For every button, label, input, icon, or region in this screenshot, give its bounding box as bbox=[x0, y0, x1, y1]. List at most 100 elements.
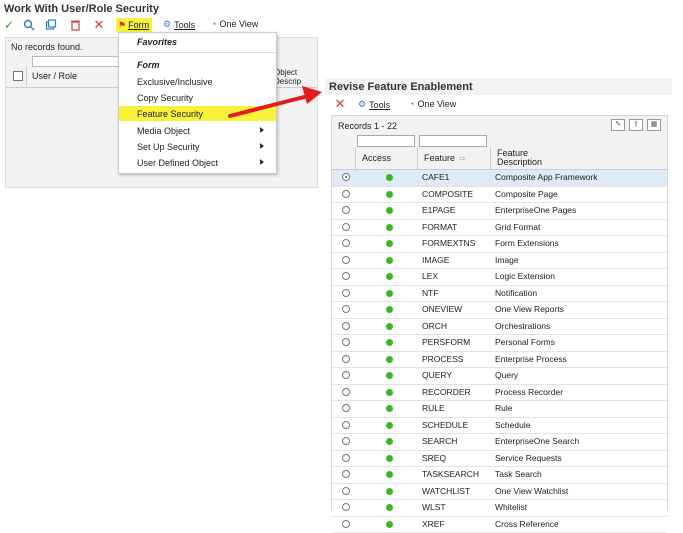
table-row[interactable]: SREQService Requests bbox=[332, 451, 667, 468]
table-row[interactable]: RECORDERProcess Recorder bbox=[332, 385, 667, 402]
row-select-radio[interactable] bbox=[342, 487, 350, 495]
feature-description: Service Requests bbox=[495, 453, 562, 463]
access-enabled-icon bbox=[386, 521, 393, 528]
row-select-radio[interactable] bbox=[342, 437, 350, 445]
feature-code: LEX bbox=[422, 271, 438, 281]
delete-trash-icon[interactable] bbox=[68, 18, 82, 32]
row-select-radio[interactable] bbox=[342, 173, 350, 181]
column-divider bbox=[417, 147, 418, 169]
menu-item-user-defined-object[interactable]: User Defined Object bbox=[119, 155, 276, 170]
feature-description: Process Recorder bbox=[495, 387, 563, 397]
menu-item-feature-security[interactable]: Feature Security bbox=[119, 106, 276, 121]
menu-header-favorites: Favorites bbox=[119, 34, 276, 49]
tools-menu-button[interactable]: ⚙ Tools bbox=[358, 99, 390, 110]
one-view-button[interactable]: ◔ One View bbox=[409, 99, 456, 109]
row-select-radio[interactable] bbox=[342, 520, 350, 528]
column-header-feature[interactable]: Feature ⇨ bbox=[424, 147, 466, 169]
close-x-icon[interactable]: ✕ bbox=[333, 97, 347, 111]
row-select-radio[interactable] bbox=[342, 371, 350, 379]
menu-item-exclusive-inclusive[interactable]: Exclusive/Inclusive bbox=[119, 74, 276, 89]
sort-icon: ⇨ bbox=[459, 154, 466, 163]
table-row[interactable]: SEARCHEnterpriseOne Search bbox=[332, 434, 667, 451]
grid-rows: CAFE1Composite App FrameworkCOMPOSITECom… bbox=[332, 170, 667, 533]
feature-description: Schedule bbox=[495, 420, 530, 430]
filter-input[interactable] bbox=[32, 56, 124, 67]
table-row[interactable]: COMPOSITEComposite Page bbox=[332, 187, 667, 204]
table-row[interactable]: IMAGEImage bbox=[332, 253, 667, 270]
column-header-access[interactable]: Access bbox=[362, 147, 391, 169]
table-row[interactable]: ONEVIEWOne View Reports bbox=[332, 302, 667, 319]
row-select-radio[interactable] bbox=[342, 355, 350, 363]
menu-item-media-object[interactable]: Media Object bbox=[119, 123, 276, 138]
row-select-radio[interactable] bbox=[342, 190, 350, 198]
row-select-radio[interactable] bbox=[342, 388, 350, 396]
column-header-object-description[interactable]: ObjectDescrip bbox=[274, 68, 301, 86]
tools-label: Tools bbox=[369, 100, 390, 110]
feature-description: Logic Extension bbox=[495, 271, 555, 281]
feature-description: Notification bbox=[495, 288, 537, 298]
row-select-radio[interactable] bbox=[342, 404, 350, 412]
feature-code: IMAGE bbox=[422, 255, 449, 265]
one-view-button[interactable]: ◔ One View bbox=[211, 19, 258, 29]
row-select-radio[interactable] bbox=[342, 289, 350, 297]
table-row[interactable]: PROCESSEnterprise Process bbox=[332, 352, 667, 369]
form-menu-button[interactable]: ⚑ Form bbox=[116, 18, 152, 32]
feature-description: Form Extensions bbox=[495, 238, 559, 248]
row-select-radio[interactable] bbox=[342, 338, 350, 346]
one-view-label: One View bbox=[417, 99, 456, 109]
table-row[interactable]: CAFE1Composite App Framework bbox=[332, 170, 667, 187]
column-header-user-role[interactable]: User / Role bbox=[32, 71, 77, 81]
copy-icon[interactable] bbox=[44, 18, 58, 32]
gear-icon: ⚙ bbox=[163, 19, 171, 30]
column-divider bbox=[355, 147, 356, 169]
table-row[interactable]: SCHEDULESchedule bbox=[332, 418, 667, 435]
table-row[interactable]: NTFNotification bbox=[332, 286, 667, 303]
table-row[interactable]: WATCHLISTOne View Watchlist bbox=[332, 484, 667, 501]
column-header-feature-description[interactable]: FeatureDescription bbox=[497, 147, 542, 169]
select-all-checkbox[interactable] bbox=[13, 71, 23, 81]
close-x-icon[interactable]: ✕ bbox=[92, 18, 106, 32]
row-select-radio[interactable] bbox=[342, 223, 350, 231]
table-row[interactable]: FORMATGrid Format bbox=[332, 220, 667, 237]
table-row[interactable]: ORCHOrchestrations bbox=[332, 319, 667, 336]
search-icon[interactable] bbox=[22, 18, 36, 32]
grid-layout-icon[interactable]: ▦ bbox=[647, 119, 661, 131]
row-select-radio[interactable] bbox=[342, 503, 350, 511]
access-enabled-icon bbox=[386, 488, 393, 495]
menu-header-form: Form bbox=[119, 57, 276, 72]
access-enabled-icon bbox=[386, 405, 393, 412]
row-select-radio[interactable] bbox=[342, 206, 350, 214]
menu-item-set-up-security[interactable]: Set Up Security bbox=[119, 139, 276, 154]
table-row[interactable]: TASKSEARCHTask Search bbox=[332, 467, 667, 484]
row-select-radio[interactable] bbox=[342, 470, 350, 478]
export-icon[interactable]: ⇪ bbox=[629, 119, 643, 131]
feature-description: EnterpriseOne Search bbox=[495, 436, 579, 446]
table-row[interactable]: WLSTWhitelist bbox=[332, 500, 667, 517]
qbe-access-input[interactable] bbox=[357, 135, 415, 147]
table-row[interactable]: QUERYQuery bbox=[332, 368, 667, 385]
qbe-feature-input[interactable] bbox=[419, 135, 487, 147]
tools-menu-button[interactable]: ⚙ Tools bbox=[163, 19, 195, 30]
feature-code: COMPOSITE bbox=[422, 189, 473, 199]
table-row[interactable]: E1PAGEEnterpriseOne Pages bbox=[332, 203, 667, 220]
table-row[interactable]: LEX Logic Extension bbox=[332, 269, 667, 286]
row-select-radio[interactable] bbox=[342, 256, 350, 264]
table-row[interactable]: FORMEXTNSForm Extensions bbox=[332, 236, 667, 253]
table-row[interactable]: RULERule bbox=[332, 401, 667, 418]
row-select-radio[interactable] bbox=[342, 322, 350, 330]
feature-code: QUERY bbox=[422, 370, 452, 380]
table-row[interactable]: PERSFORMPersonal Forms bbox=[332, 335, 667, 352]
feature-description: Grid Format bbox=[495, 222, 540, 232]
row-select-radio[interactable] bbox=[342, 272, 350, 280]
row-select-radio[interactable] bbox=[342, 421, 350, 429]
form-menu-label: Form bbox=[128, 20, 149, 30]
row-select-radio[interactable] bbox=[342, 454, 350, 462]
ok-check-icon[interactable]: ✓ bbox=[2, 18, 16, 32]
row-select-radio[interactable] bbox=[342, 305, 350, 313]
menu-item-copy-security[interactable]: Copy Security bbox=[119, 90, 276, 105]
edit-grid-icon[interactable]: ✎ bbox=[611, 119, 625, 131]
access-enabled-icon bbox=[386, 273, 393, 280]
revise-feature-enablement-window: Revise Feature Enablement ✕ ⚙ Tools ◔ On… bbox=[325, 78, 672, 510]
row-select-radio[interactable] bbox=[342, 239, 350, 247]
feature-description: Whitelist bbox=[495, 502, 527, 512]
